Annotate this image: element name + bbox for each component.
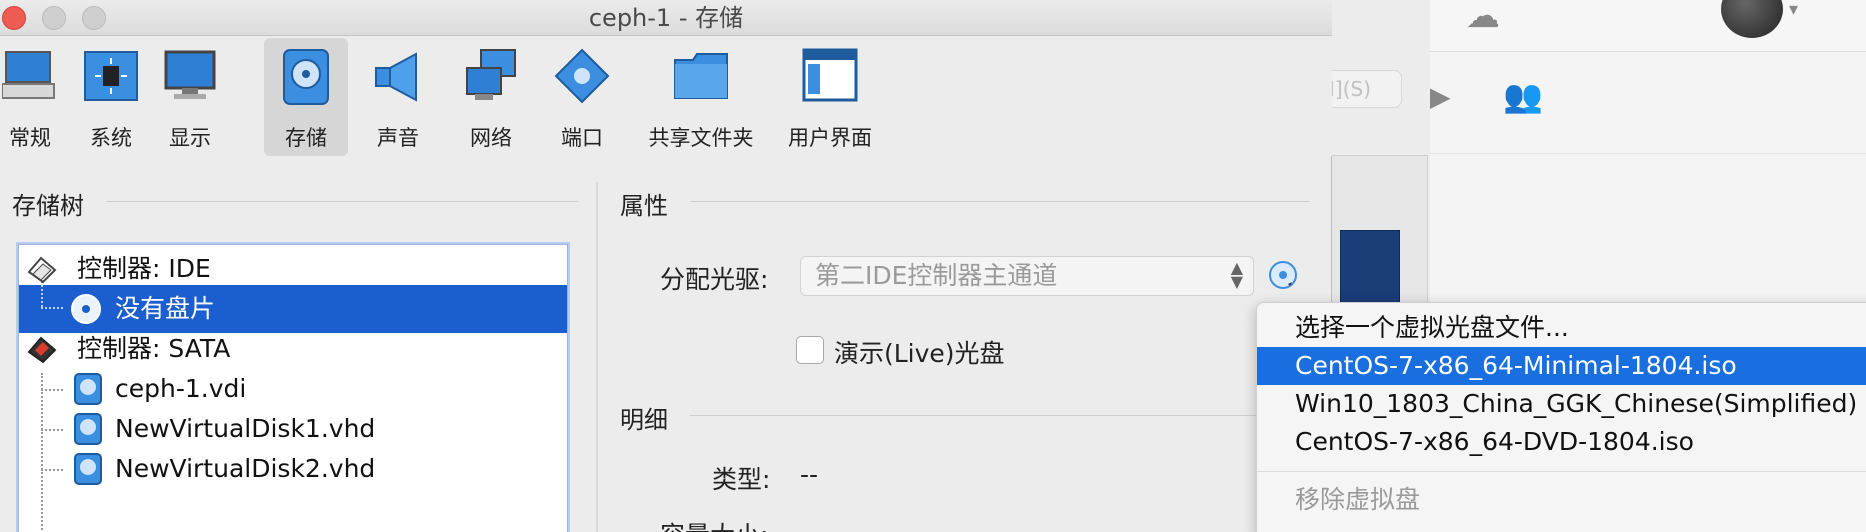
tab-storage[interactable]: 存储	[264, 38, 348, 156]
tree-connector	[41, 469, 63, 471]
general-icon	[2, 51, 55, 99]
tab-general[interactable]: 常规	[0, 38, 60, 156]
storage-tree-header: 存储树	[12, 192, 84, 220]
storage-tree[interactable]: 控制器: IDE 没有盘片 控制器: SATA ceph-1.vdi NewVi…	[18, 244, 568, 532]
tree-connector	[41, 307, 63, 309]
tree-row-label: NewVirtualDisk2.vhd	[115, 454, 376, 483]
tab-user-interface[interactable]: 用户界面	[782, 38, 878, 156]
controller-icon	[27, 256, 57, 284]
attributes-header: 属性	[620, 192, 668, 220]
divider	[690, 415, 1310, 416]
tab-display[interactable]: 显示	[150, 38, 230, 156]
tab-label: 显示	[169, 126, 211, 150]
divider	[106, 201, 578, 202]
contacts-icon[interactable]: 👥	[1503, 76, 1543, 116]
menu-item-win10[interactable]: Win10_1803_China_GGK_Chinese(Simplified)	[1257, 385, 1866, 423]
hard-disk-icon	[74, 453, 102, 485]
cloud-sync-icon[interactable]: ☁	[1466, 0, 1500, 36]
avatar[interactable]	[1721, 0, 1783, 38]
optical-disc-popup-menu: 选择一个虚拟光盘文件... CentOS-7-x86_64-Minimal-18…	[1256, 302, 1866, 532]
type-label: 类型:	[712, 465, 771, 494]
tab-ports[interactable]: 端口	[548, 38, 616, 156]
settings-toolbar: 常规 系统 显示 存储 声音 网络 端口 共享文件夹 用户界面	[0, 36, 1332, 156]
tree-connector	[41, 389, 63, 391]
optical-drive-select[interactable]: 第二IDE控制器主通道 ▲ ▼	[800, 256, 1254, 296]
storage-disk-icon	[283, 49, 329, 105]
tab-label: 系统	[90, 126, 132, 150]
optical-drive-label: 分配光驱:	[660, 265, 769, 294]
audio-speaker-icon	[375, 52, 417, 102]
choose-disc-button[interactable]	[1268, 260, 1298, 290]
tab-network[interactable]: 网络	[454, 38, 528, 156]
tab-label: 存储	[285, 126, 327, 150]
live-cd-label: 演示(Live)光盘	[834, 339, 1005, 368]
menu-item-centos-minimal[interactable]: CentOS-7-x86_64-Minimal-1804.iso	[1257, 347, 1866, 385]
tab-shared-folders[interactable]: 共享文件夹	[646, 38, 756, 156]
tree-row-disk[interactable]: NewVirtualDisk2.vhd	[19, 445, 567, 493]
system-chip-icon	[84, 51, 138, 101]
tab-label: 声音	[377, 126, 419, 150]
tab-label: 网络	[470, 126, 512, 150]
menu-item-choose-file[interactable]: 选择一个虚拟光盘文件...	[1257, 309, 1866, 347]
menu-separator	[1257, 471, 1866, 472]
screen: 💬 ▭ ☁ ▾ 🔈 ✎ 🗁 ▶ 👥 I](S) ceph-1 - 存储	[0, 0, 1866, 532]
live-cd-checkbox[interactable]	[796, 336, 824, 364]
user-interface-icon	[802, 48, 858, 102]
hard-disk-icon	[74, 413, 102, 445]
divider	[690, 201, 1310, 202]
menu-item-remove-disc: 移除虚拟盘	[1295, 485, 1421, 514]
stepper-arrows-icon: ▲ ▼	[1230, 258, 1243, 291]
chevron-down-icon[interactable]: ▾	[1789, 0, 1798, 30]
controller-icon	[27, 336, 57, 364]
tree-connector	[41, 429, 63, 431]
network-icon	[466, 49, 516, 100]
optical-disc-icon	[71, 294, 101, 324]
menu-item-centos-dvd[interactable]: CentOS-7-x86_64-DVD-1804.iso	[1257, 423, 1866, 461]
tab-label: 用户界面	[788, 126, 872, 150]
details-header: 明细	[620, 406, 668, 434]
optical-drive-value: 第二IDE控制器主通道	[815, 261, 1058, 290]
display-monitor-icon	[164, 50, 216, 99]
tab-label: 端口	[561, 126, 603, 150]
window-title: ceph-1 - 存储	[588, 4, 744, 32]
type-value: --	[800, 460, 819, 489]
tab-audio[interactable]: 声音	[362, 38, 434, 156]
shared-folder-icon	[674, 53, 728, 99]
title-bar: ceph-1 - 存储	[0, 0, 1332, 36]
hard-disk-icon	[74, 373, 102, 405]
tab-system[interactable]: 系统	[74, 38, 148, 156]
port-connector-icon	[554, 48, 610, 104]
size-label: 容量大小:	[660, 516, 768, 532]
tree-connector	[41, 285, 43, 307]
settings-dialog: ceph-1 - 存储 常规 系统 显示 存储 声音 网络 端口 共享文件夹 用…	[0, 0, 1332, 532]
pane-separator[interactable]	[596, 182, 598, 532]
tab-label: 共享文件夹	[648, 126, 754, 150]
tab-label: 常规	[9, 126, 51, 150]
